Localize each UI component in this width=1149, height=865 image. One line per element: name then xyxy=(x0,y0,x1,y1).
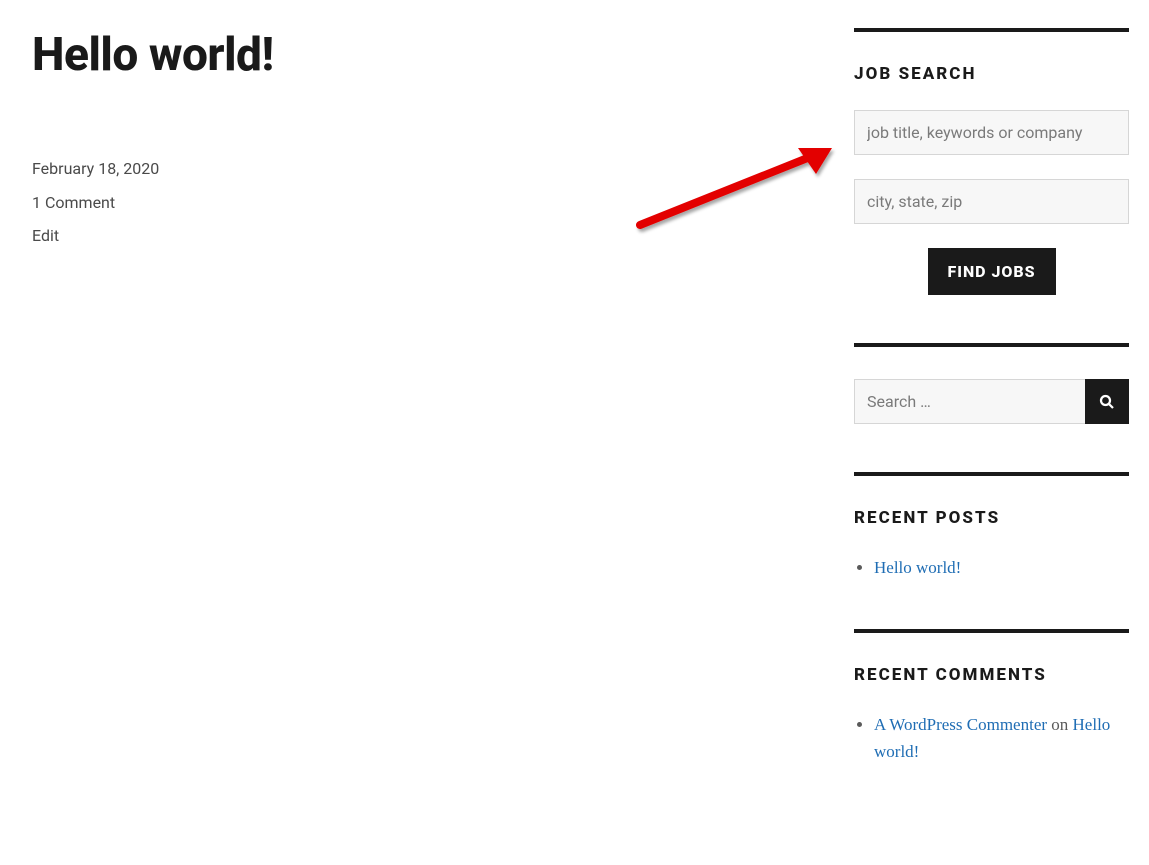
search-button[interactable] xyxy=(1085,379,1129,424)
recent-post-link[interactable]: Hello world! xyxy=(874,558,961,577)
comment-on-text: on xyxy=(1047,715,1073,734)
main-content: Hello world! February 18, 2020 1 Comment… xyxy=(32,28,854,845)
search-icon xyxy=(1098,393,1116,411)
recent-posts-title: RECENT POSTS xyxy=(854,508,1129,528)
comment-author-link[interactable]: A WordPress Commenter xyxy=(874,715,1047,734)
search-input[interactable] xyxy=(854,379,1085,424)
recent-posts-widget: RECENT POSTS Hello world! xyxy=(854,472,1129,581)
list-item: A WordPress Commenter on Hello world! xyxy=(874,711,1129,765)
recent-comments-title: RECENT COMMENTS xyxy=(854,665,1129,685)
search-widget xyxy=(854,343,1129,424)
post-meta: February 18, 2020 1 Comment Edit xyxy=(32,152,794,253)
sidebar: JOB SEARCH FIND JOBS RECENT POSTS Hel xyxy=(854,28,1129,845)
post-edit-link[interactable]: Edit xyxy=(32,226,59,245)
list-item: Hello world! xyxy=(874,554,1129,581)
recent-comments-widget: RECENT COMMENTS A WordPress Commenter on… xyxy=(854,629,1129,765)
job-search-title: JOB SEARCH xyxy=(854,64,1129,84)
recent-comments-list: A WordPress Commenter on Hello world! xyxy=(854,711,1129,765)
recent-posts-list: Hello world! xyxy=(854,554,1129,581)
job-location-input[interactable] xyxy=(854,179,1129,224)
post-date-link[interactable]: February 18, 2020 xyxy=(32,159,159,178)
find-jobs-button[interactable]: FIND JOBS xyxy=(928,248,1056,295)
job-search-widget: JOB SEARCH FIND JOBS xyxy=(854,28,1129,295)
post-comments-link[interactable]: 1 Comment xyxy=(32,193,115,212)
job-keyword-input[interactable] xyxy=(854,110,1129,155)
post-title: Hello world! xyxy=(32,28,794,82)
